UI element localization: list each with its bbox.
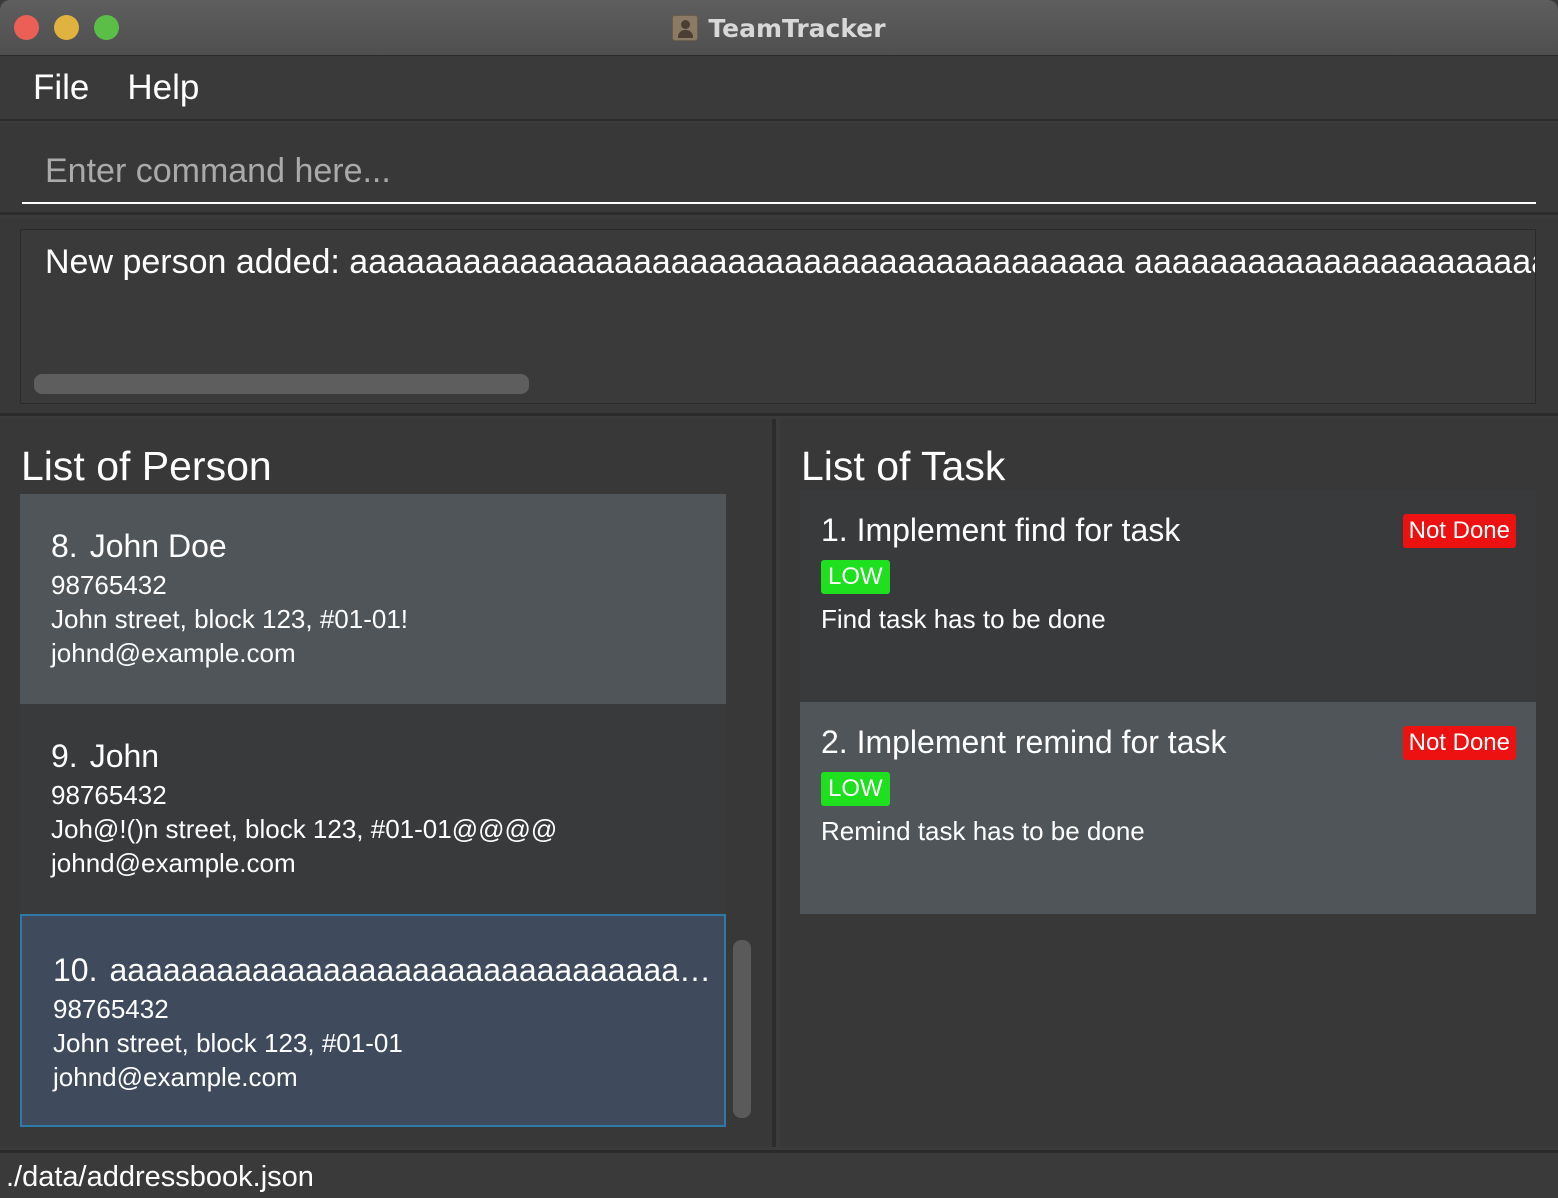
person-name: aaaaaaaaaaaaaaaaaaaaaaaaaaaaaaaaaaaaaaaa… [109, 952, 717, 988]
person-email: johnd@example.com [51, 638, 296, 668]
window-title-group: TeamTracker [0, 0, 1558, 56]
person-address: Joh@!()n street, block 123, #01-01@@@@ [51, 814, 558, 844]
save-location-path: ./data/addressbook.json [6, 1161, 314, 1193]
task-description: Remind task has to be done [821, 816, 1145, 846]
person-list-scrollbar[interactable] [733, 940, 751, 1118]
task-title: 2. Implement remind for task [821, 724, 1227, 760]
task-card[interactable]: 1. Implement find for task Not Done LOW … [800, 490, 1536, 702]
person-email: johnd@example.com [53, 1062, 298, 1092]
person-name: John [89, 738, 160, 774]
person-phone: 98765432 [53, 994, 169, 1024]
person-name: John Doe [89, 528, 227, 564]
person-name-line: 9. John [51, 738, 715, 778]
app-icon [672, 15, 699, 41]
task-panel: List of Task 1. Implement find for task … [780, 419, 1558, 1147]
task-description: Find task has to be done [821, 604, 1106, 634]
person-address: John street, block 123, #01-01 [53, 1028, 403, 1058]
person-address: John street, block 123, #01-01! [51, 604, 409, 634]
task-list[interactable]: 1. Implement find for task Not Done LOW … [800, 490, 1536, 914]
menu-bar: File Help [0, 57, 1558, 121]
person-panel-title: List of Person [21, 443, 272, 489]
task-card[interactable]: 2. Implement remind for task Not Done LO… [800, 702, 1536, 914]
person-card-selected[interactable]: 10. aaaaaaaaaaaaaaaaaaaaaaaaaaaaaaaaaaaaa… [20, 914, 726, 1127]
person-index: 8. [51, 528, 78, 564]
menu-file[interactable]: File [33, 68, 89, 108]
status-bar: ./data/addressbook.json [0, 1150, 1558, 1198]
title-bar: TeamTracker [0, 0, 1558, 56]
result-display[interactable]: New person added: aaaaaaaaaaaaaaaaaaaaaa… [20, 229, 1536, 404]
person-phone: 98765432 [51, 780, 167, 810]
person-phone: 98765432 [51, 570, 167, 600]
priority-badge: LOW [821, 772, 890, 806]
person-card[interactable]: 8. John Doe 98765432 John street, block 1… [20, 494, 726, 704]
command-input[interactable] [22, 141, 1536, 204]
person-index: 9. [51, 738, 78, 774]
person-index: 10. [53, 952, 98, 988]
person-card[interactable]: 9. John 98765432 Joh@!()n street, block 1… [20, 704, 726, 914]
task-title: 1. Implement find for task [821, 512, 1181, 548]
command-area [0, 123, 1558, 215]
priority-badge: LOW [821, 560, 890, 594]
person-name-line: 8. John Doe [51, 528, 715, 568]
result-text: New person added: aaaaaaaaaaaaaaaaaaaaaa… [45, 243, 1535, 281]
window-title: TeamTracker [708, 13, 886, 43]
menu-help[interactable]: Help [127, 68, 199, 108]
person-name-line: 10. aaaaaaaaaaaaaaaaaaaaaaaaaaaaaaaaaaaaa… [53, 952, 717, 992]
person-panel: List of Person 8. John Doe 98765432 John … [0, 419, 776, 1147]
status-badge: Not Done [1402, 726, 1516, 760]
result-horizontal-scrollbar[interactable] [34, 374, 529, 394]
person-list[interactable]: 8. John Doe 98765432 John street, block 1… [20, 494, 726, 1127]
result-area: New person added: aaaaaaaaaaaaaaaaaaaaaa… [0, 218, 1558, 416]
status-badge: Not Done [1402, 514, 1516, 548]
person-email: johnd@example.com [51, 848, 296, 878]
task-panel-title: List of Task [801, 443, 1006, 489]
